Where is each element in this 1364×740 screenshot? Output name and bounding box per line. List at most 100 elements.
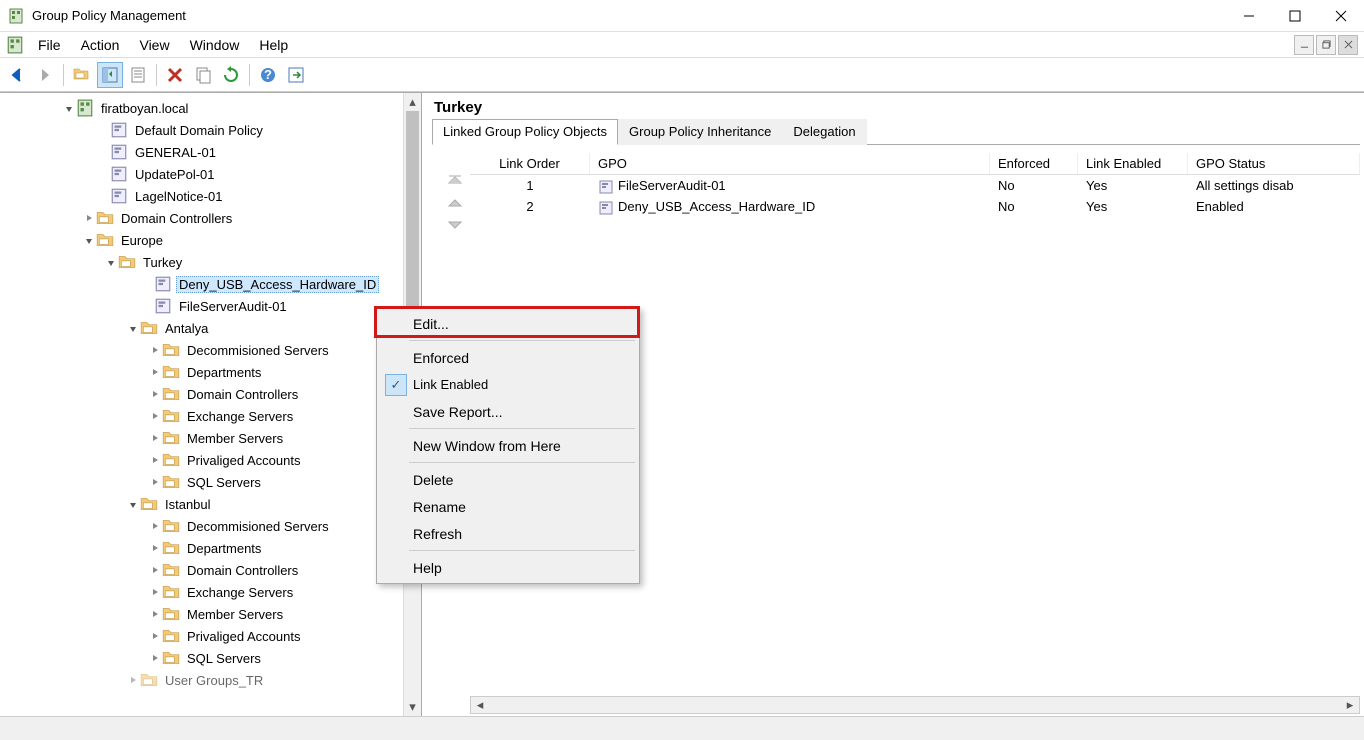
main-area: firatboyan.local ·Default Domain Policy … [0, 92, 1364, 716]
ctx-link-enabled[interactable]: ✓Link Enabled [379, 371, 637, 398]
context-menu: Edit... Enforced ✓Link Enabled Save Repo… [376, 307, 640, 584]
help-button[interactable]: ? [255, 62, 281, 88]
tree-node-ou[interactable]: Departments [0, 361, 421, 383]
grid-row[interactable]: 1 FileServerAudit-01 No Yes All settings… [470, 175, 1360, 196]
statusbar [0, 716, 1364, 740]
tree-node-gpo-selected[interactable]: ·Deny_USB_Access_Hardware_ID [0, 273, 421, 295]
tree-node-ou[interactable]: Domain Controllers [0, 559, 421, 581]
gpo-icon [598, 179, 614, 193]
menu-view[interactable]: View [129, 35, 179, 55]
close-button[interactable] [1318, 0, 1364, 32]
tab-inheritance[interactable]: Group Policy Inheritance [618, 119, 782, 145]
window-controls [1226, 0, 1364, 32]
minimize-button[interactable] [1226, 0, 1272, 32]
cell-enforced: No [990, 177, 1078, 194]
detail-title: Turkey [432, 95, 1360, 118]
app-icon [8, 8, 24, 24]
cell-order: 2 [470, 198, 590, 215]
menu-help[interactable]: Help [249, 35, 298, 55]
ctx-help[interactable]: Help [379, 554, 637, 581]
tree-node-ou[interactable]: Exchange Servers [0, 581, 421, 603]
ctx-new-window[interactable]: New Window from Here [379, 432, 637, 459]
ctx-edit[interactable]: Edit... [379, 310, 637, 337]
tree-node-gpo[interactable]: ·FileServerAudit-01 [0, 295, 421, 317]
up-button[interactable] [69, 62, 95, 88]
tree-node-ou[interactable]: Exchange Servers [0, 405, 421, 427]
export-button[interactable] [283, 62, 309, 88]
mdi-controls [1294, 35, 1360, 55]
tree-node-gpo[interactable]: ·GENERAL-01 [0, 141, 421, 163]
scroll-right-icon[interactable]: ▸ [1341, 697, 1359, 713]
grid-row[interactable]: 2 Deny_USB_Access_Hardware_ID No Yes Ena… [470, 196, 1360, 217]
horizontal-scrollbar[interactable]: ◂ ▸ [470, 696, 1360, 714]
svg-text:?: ? [264, 67, 272, 82]
back-button[interactable] [4, 62, 30, 88]
menu-window[interactable]: Window [180, 35, 250, 55]
tab-linked-gpos[interactable]: Linked Group Policy Objects [432, 119, 618, 145]
scroll-left-icon[interactable]: ◂ [471, 697, 489, 713]
tree-node-ou[interactable]: SQL Servers [0, 647, 421, 669]
properties-button[interactable] [125, 62, 151, 88]
cell-enforced: No [990, 198, 1078, 215]
tree-node-ou-istanbul[interactable]: Istanbul [0, 493, 421, 515]
tree-node-ou-antalya[interactable]: Antalya [0, 317, 421, 339]
cell-link: Yes [1078, 198, 1188, 215]
tree-node-ou[interactable]: Member Servers [0, 603, 421, 625]
refresh-button[interactable] [218, 62, 244, 88]
col-link-order[interactable]: Link Order [470, 153, 590, 174]
delete-button[interactable] [162, 62, 188, 88]
mdi-close[interactable] [1338, 35, 1358, 55]
maximize-button[interactable] [1272, 0, 1318, 32]
cell-link: Yes [1078, 177, 1188, 194]
col-link-enabled[interactable]: Link Enabled [1078, 153, 1188, 174]
tree-panel: firatboyan.local ·Default Domain Policy … [0, 93, 422, 716]
check-icon: ✓ [385, 374, 407, 396]
gpo-icon [598, 200, 614, 214]
tree-node-ou[interactable]: Domain Controllers [0, 207, 421, 229]
mdi-restore[interactable] [1316, 35, 1336, 55]
cell-order: 1 [470, 177, 590, 194]
menu-action[interactable]: Action [71, 35, 130, 55]
mmc-icon [6, 36, 24, 54]
menu-file[interactable]: File [28, 35, 71, 55]
tree-node-ou[interactable]: Privaliged Accounts [0, 625, 421, 647]
tree-node-ou[interactable]: SQL Servers [0, 471, 421, 493]
tree-node-ou[interactable]: Domain Controllers [0, 383, 421, 405]
mdi-minimize[interactable] [1294, 35, 1314, 55]
cell-gpo: Deny_USB_Access_Hardware_ID [590, 198, 990, 215]
ctx-refresh[interactable]: Refresh [379, 520, 637, 547]
move-up-button[interactable] [445, 195, 465, 211]
copy-button[interactable] [190, 62, 216, 88]
ctx-delete[interactable]: Delete [379, 466, 637, 493]
tree[interactable]: firatboyan.local ·Default Domain Policy … [0, 97, 421, 691]
tree-node-ou[interactable]: Decommisioned Servers [0, 339, 421, 361]
menubar: File Action View Window Help [0, 32, 1364, 58]
move-down-button[interactable] [445, 217, 465, 233]
col-gpo[interactable]: GPO [590, 153, 990, 174]
col-gpo-status[interactable]: GPO Status [1188, 153, 1360, 174]
titlebar: Group Policy Management [0, 0, 1364, 32]
tree-node-ou[interactable]: Member Servers [0, 427, 421, 449]
move-top-button[interactable] [445, 173, 465, 189]
tree-node-gpo[interactable]: ·LagelNotice-01 [0, 185, 421, 207]
tree-node-gpo[interactable]: ·Default Domain Policy [0, 119, 421, 141]
tree-node-ou-truncated[interactable]: User Groups_TR [0, 669, 421, 691]
col-enforced[interactable]: Enforced [990, 153, 1078, 174]
ctx-rename[interactable]: Rename [379, 493, 637, 520]
tree-node-ou-turkey[interactable]: Turkey [0, 251, 421, 273]
tab-delegation[interactable]: Delegation [782, 119, 866, 145]
ctx-enforced[interactable]: Enforced [379, 344, 637, 371]
tree-node-ou-europe[interactable]: Europe [0, 229, 421, 251]
forward-button[interactable] [32, 62, 58, 88]
show-hide-tree-button[interactable] [97, 62, 123, 88]
tree-node-ou[interactable]: Decommisioned Servers [0, 515, 421, 537]
cell-gpo: FileServerAudit-01 [590, 177, 990, 194]
scroll-up-icon[interactable]: ▴ [404, 93, 421, 111]
tree-node-domain[interactable]: firatboyan.local [0, 97, 421, 119]
tree-node-ou[interactable]: Departments [0, 537, 421, 559]
tree-node-gpo[interactable]: ·UpdatePol-01 [0, 163, 421, 185]
tabs: Linked Group Policy Objects Group Policy… [432, 118, 1360, 145]
tree-node-ou[interactable]: Privaliged Accounts [0, 449, 421, 471]
ctx-save-report[interactable]: Save Report... [379, 398, 637, 425]
scroll-down-icon[interactable]: ▾ [404, 698, 421, 716]
